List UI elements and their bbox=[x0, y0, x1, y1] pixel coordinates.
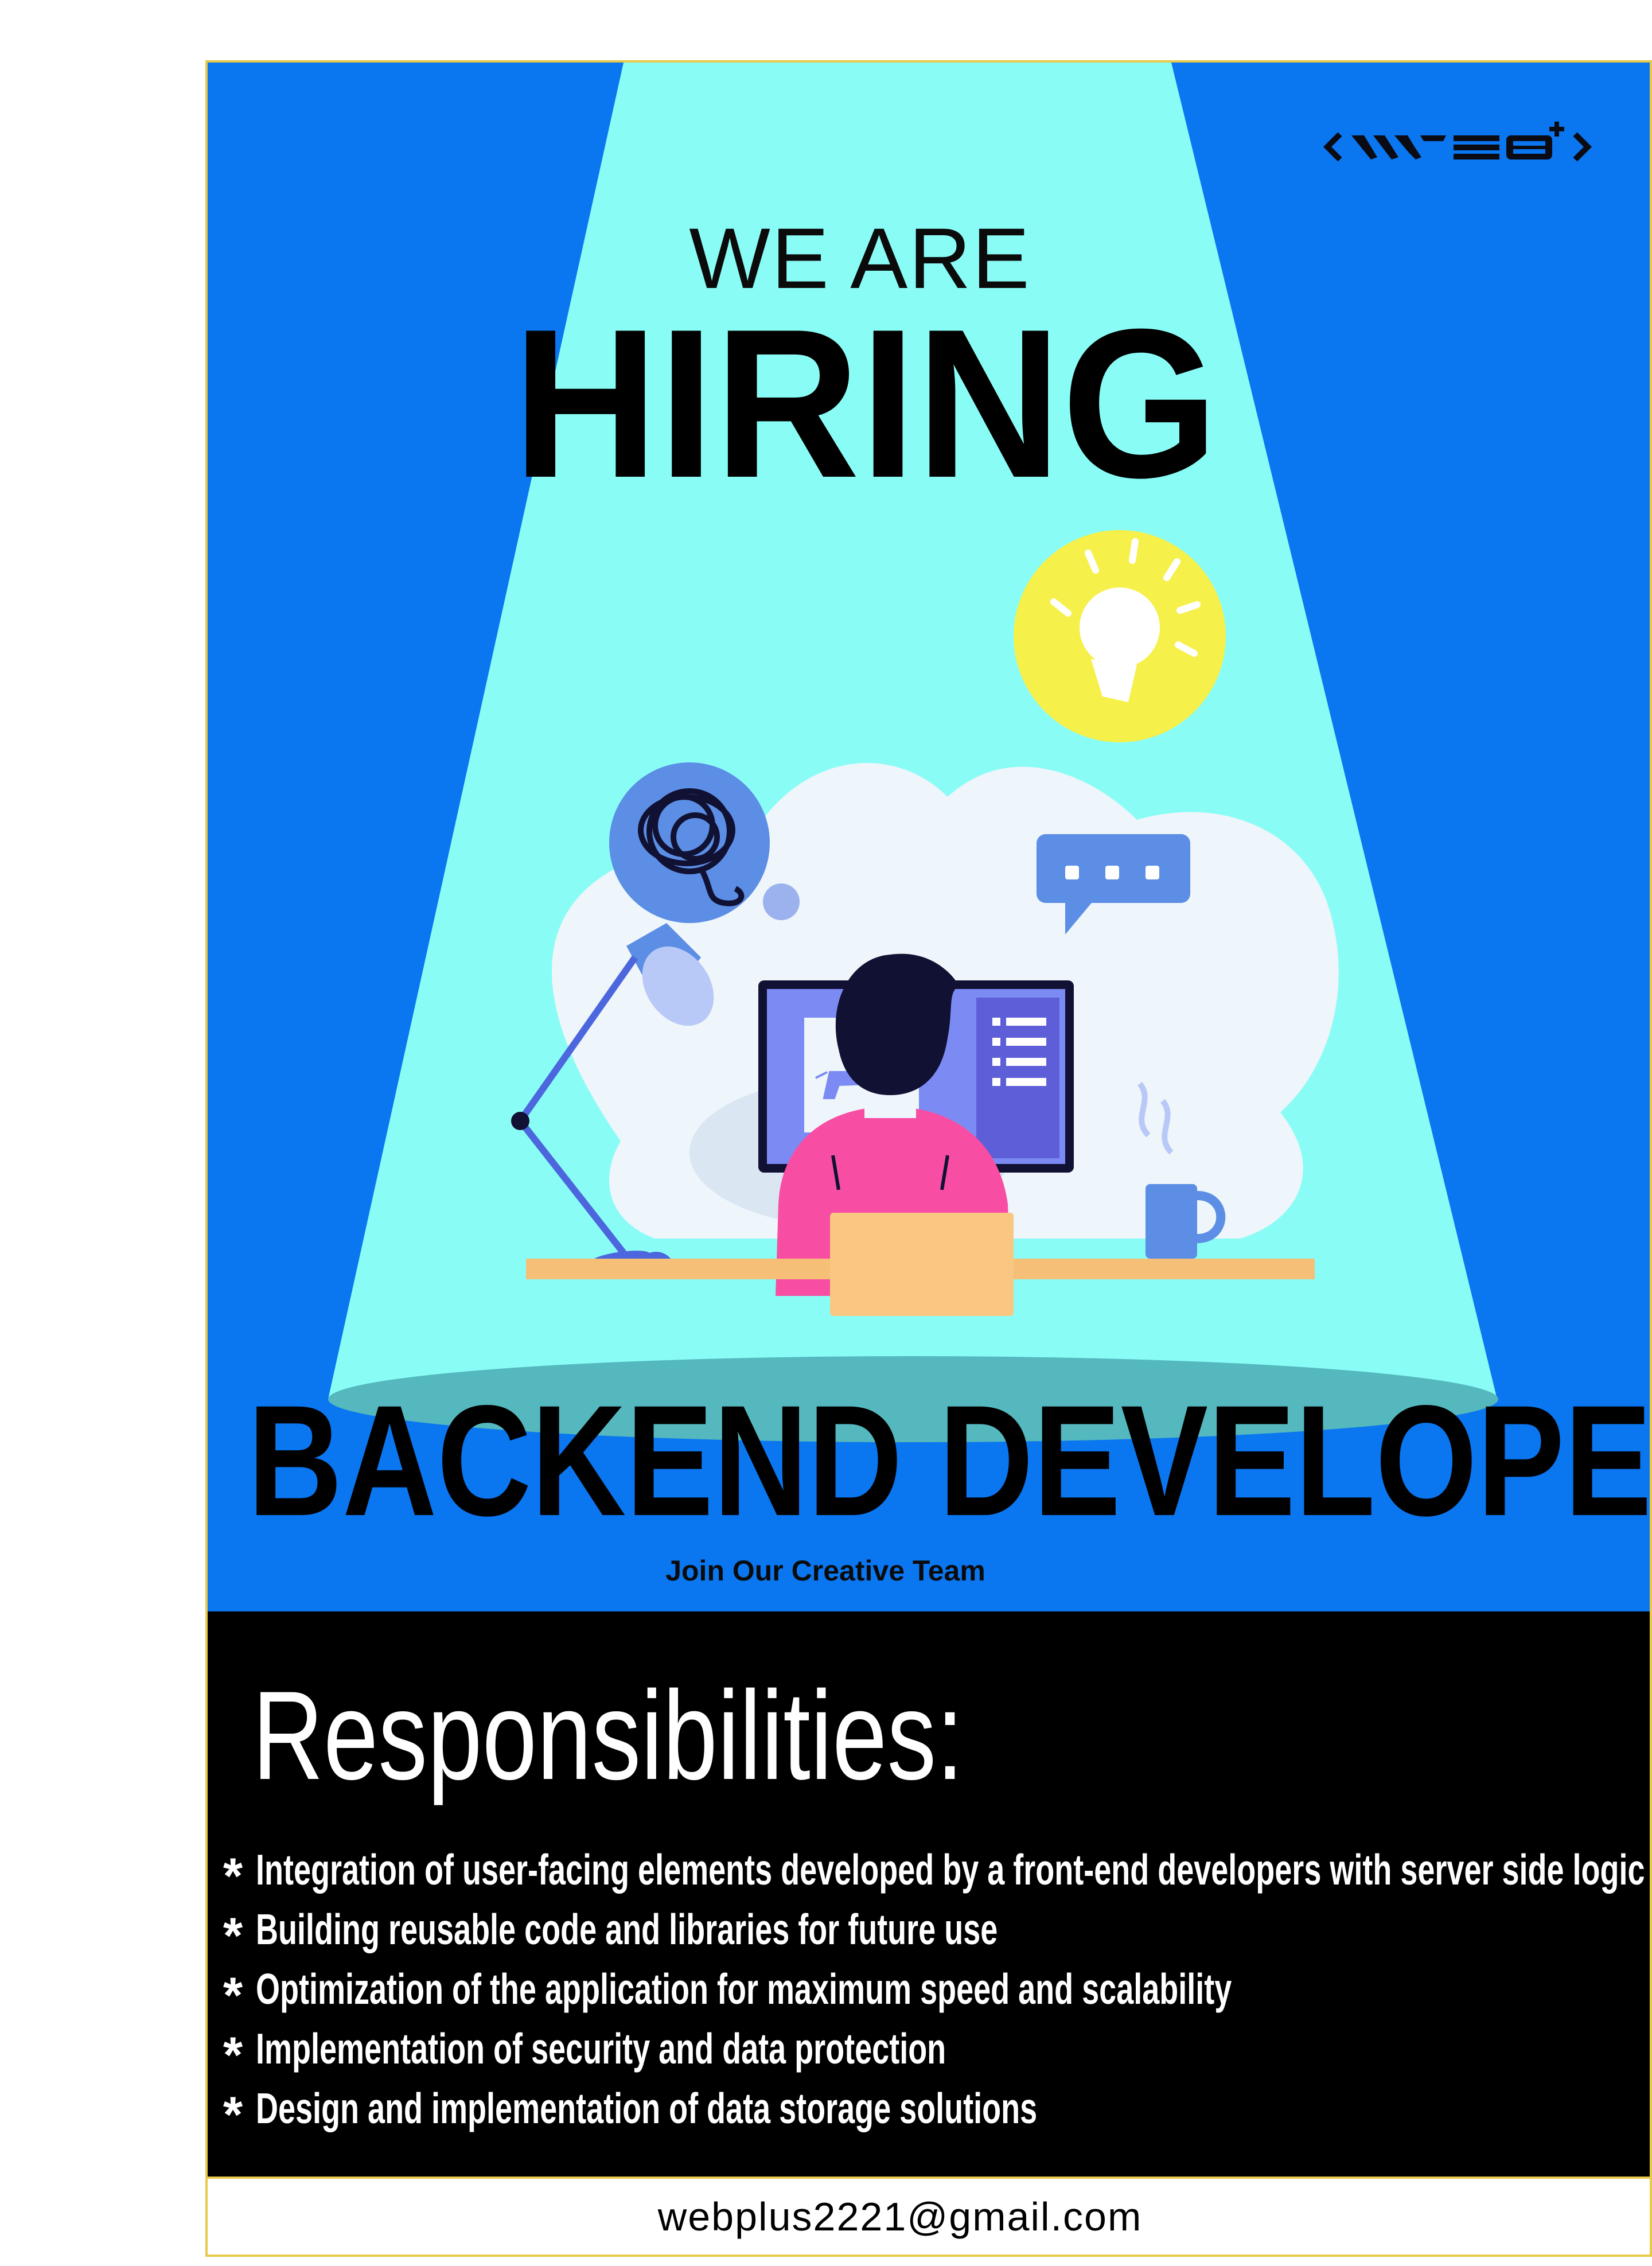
responsibilities-title: Responsibilities: bbox=[252, 1665, 964, 1806]
asterisk-bullet-icon: * bbox=[223, 1907, 243, 1964]
web-plus-logo bbox=[1323, 122, 1592, 162]
chair-back bbox=[830, 1213, 1014, 1316]
contact-email-link[interactable]: webplus2221@gmail.com bbox=[658, 2179, 1143, 2255]
asterisk-bullet-icon: * bbox=[223, 2086, 243, 2143]
responsibilities-section: Responsibilities: * Integration of user-… bbox=[208, 1611, 1650, 2177]
list-item: * Optimization of the application for ma… bbox=[216, 1959, 1652, 2023]
list-item: * Implementation of security and data pr… bbox=[216, 2019, 1652, 2083]
contact-footer: webplus2221@gmail.com bbox=[208, 2177, 1650, 2255]
responsibility-text: Integration of user-facing elements deve… bbox=[256, 1845, 1645, 1894]
list-item: * Design and implementation of data stor… bbox=[216, 2078, 1652, 2143]
hiring-headline: HIRING bbox=[512, 285, 1219, 522]
hero-section: WE ARE HIRING BACKEND DEVELOPER Join Our… bbox=[208, 63, 1650, 1611]
responsibility-text: Building reusable code and libraries for… bbox=[256, 1905, 998, 1953]
tagline: Join Our Creative Team bbox=[665, 1555, 985, 1587]
responsibility-text: Implementation of security and data prot… bbox=[256, 2024, 946, 2073]
responsibility-text: Design and implementation of data storag… bbox=[256, 2084, 1038, 2132]
list-item: * Building reusable code and libraries f… bbox=[216, 1899, 1652, 1964]
responsibility-text: Optimization of the application for maxi… bbox=[256, 1965, 1232, 2013]
asterisk-bullet-icon: * bbox=[223, 1967, 243, 2023]
lightbulb-icon bbox=[1014, 530, 1226, 742]
responsibilities-list: * Integration of user-facing elements de… bbox=[216, 1840, 1652, 2143]
asterisk-bullet-icon: * bbox=[223, 1847, 243, 1904]
asterisk-bullet-icon: * bbox=[223, 2026, 243, 2083]
list-item: * Integration of user-facing elements de… bbox=[216, 1840, 1652, 1904]
hiring-poster: WE ARE HIRING BACKEND DEVELOPER Join Our… bbox=[205, 60, 1652, 2257]
job-title: BACKEND DEVELOPER bbox=[248, 1373, 1650, 1549]
